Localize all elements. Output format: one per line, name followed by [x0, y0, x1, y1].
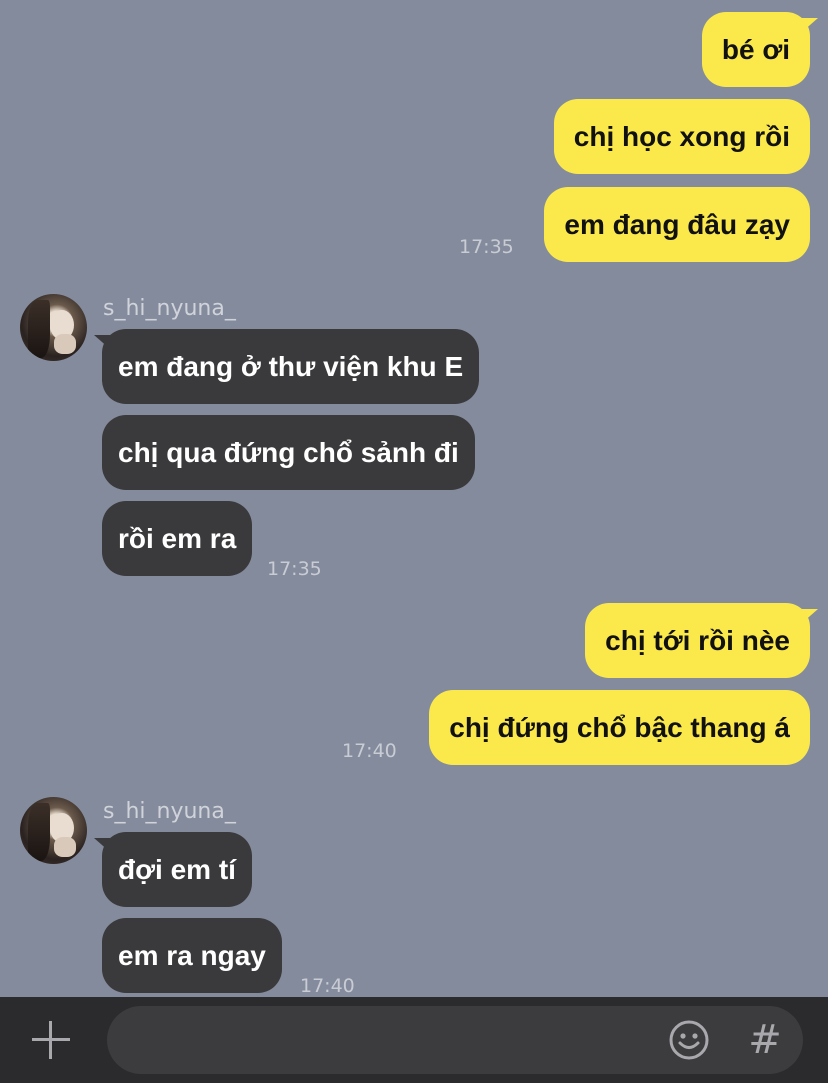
- message-bubble-incoming[interactable]: đợi em tí: [94, 832, 252, 907]
- message-text: chị qua đứng chổ sảnh đi: [118, 437, 459, 468]
- sender-name: s_hi_nyuna_: [103, 296, 236, 321]
- hashtag-icon[interactable]: #: [744, 1019, 786, 1061]
- message-bubble-outgoing[interactable]: chị học xong rồi: [553, 99, 810, 174]
- message-bubble-outgoing[interactable]: em đang đâu zạy: [544, 187, 810, 262]
- avatar[interactable]: [20, 294, 87, 361]
- message-text: em ra ngay: [118, 940, 266, 971]
- message-bubble-outgoing[interactable]: chị đứng chổ bậc thang á: [429, 690, 810, 765]
- chat-area[interactable]: bé ơi chị học xong rồi em đang đâu zạy 1…: [0, 0, 828, 997]
- message-bubble-outgoing[interactable]: bé ơi: [701, 12, 819, 87]
- message-text: chị học xong rồi: [573, 121, 790, 152]
- plus-icon[interactable]: [28, 1017, 74, 1063]
- sender-name: s_hi_nyuna_: [103, 799, 236, 824]
- message-text: chị đứng chổ bậc thang á: [449, 712, 790, 743]
- message-bubble-incoming[interactable]: em đang ở thư viện khu E: [93, 329, 480, 404]
- message-composer-bar: #: [0, 997, 828, 1083]
- message-input[interactable]: [131, 1020, 655, 1062]
- message-timestamp: 17:40: [300, 975, 355, 997]
- message-timestamp: 17:40: [342, 740, 397, 762]
- message-text: chị tới rồi nèe: [605, 625, 790, 656]
- message-bubble-incoming[interactable]: chị qua đứng chổ sảnh đi: [102, 415, 475, 490]
- message-text: rồi em ra: [118, 523, 237, 554]
- message-text: bé ơi: [721, 34, 790, 65]
- message-text: em đang ở thư viện khu E: [118, 351, 464, 382]
- message-text: đợi em tí: [118, 854, 236, 885]
- emoji-icon[interactable]: [668, 1019, 710, 1061]
- message-bubble-incoming[interactable]: em ra ngay: [102, 918, 282, 993]
- message-timestamp: 17:35: [459, 236, 514, 258]
- message-timestamp: 17:35: [267, 558, 322, 580]
- message-bubble-incoming[interactable]: rồi em ra: [102, 501, 253, 576]
- message-input-container[interactable]: #: [107, 1006, 803, 1074]
- message-bubble-outgoing[interactable]: chị tới rồi nèe: [585, 603, 818, 678]
- message-text: em đang đâu zạy: [564, 209, 790, 240]
- avatar[interactable]: [20, 797, 87, 864]
